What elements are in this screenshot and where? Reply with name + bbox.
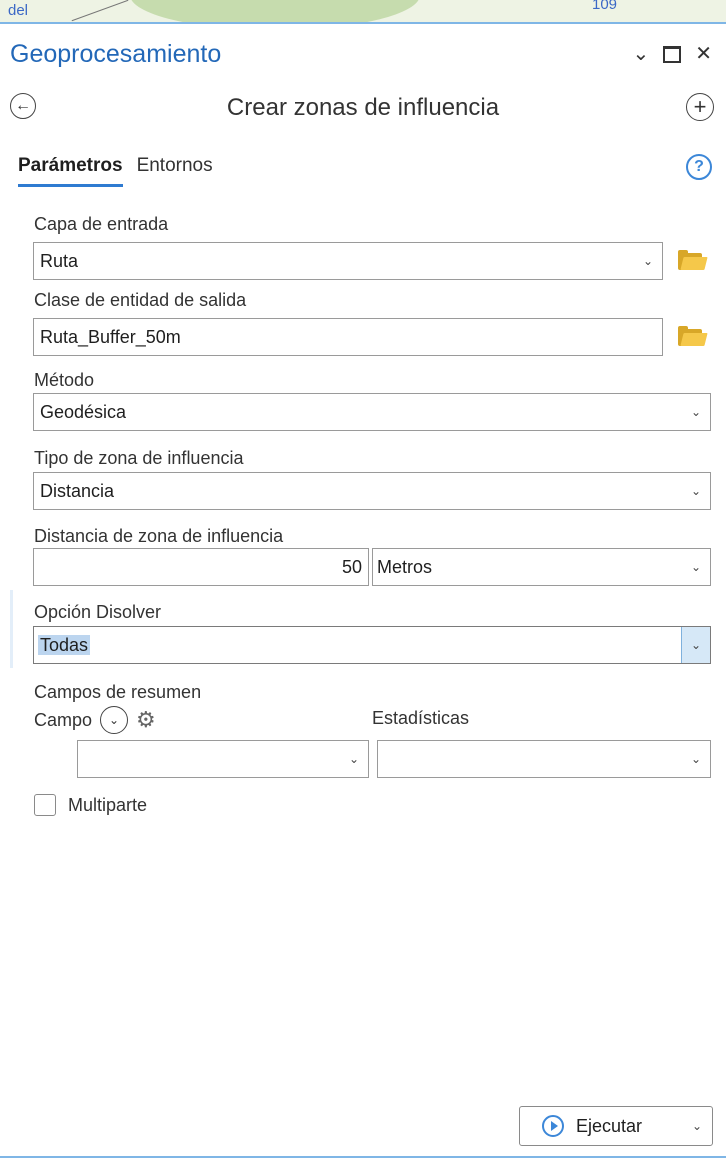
summary-fields-label: Campos de resumen (34, 682, 202, 702)
dissolve-value: Todas (38, 634, 91, 655)
output-class-label: Clase de entidad de salida (34, 290, 247, 310)
help-icon[interactable]: ? (686, 154, 712, 180)
chevron-down-icon[interactable]: ⌄ (682, 549, 710, 585)
statistics-column-label: Estadísticas (372, 708, 470, 728)
buffer-type-label: Tipo de zona de influencia (34, 448, 244, 468)
browse-folder-icon[interactable] (678, 326, 708, 346)
method-label: Método (34, 370, 95, 390)
pane-title: Geoprocesamiento (10, 40, 222, 68)
add-plus-icon[interactable]: + (686, 93, 714, 121)
chevron-down-icon[interactable]: ⌄ (681, 627, 710, 663)
play-icon (542, 1115, 564, 1137)
multipart-checkbox[interactable] (34, 794, 56, 816)
dissolve-select[interactable]: Todas ⌄ (33, 626, 711, 664)
distance-unit-value: Metros (377, 556, 433, 577)
chevron-down-icon[interactable]: ⌄ (634, 243, 662, 279)
output-class-input[interactable]: Ruta_Buffer_50m (33, 318, 663, 356)
input-layer-value: Ruta (40, 250, 79, 271)
field-column-label: Campo (34, 709, 93, 730)
maximize-icon[interactable] (663, 45, 682, 63)
expand-chevron-icon[interactable]: ⌄ (100, 706, 129, 734)
window-controls: ⌄ ✕ (632, 44, 712, 64)
chevron-down-icon[interactable]: ⌄ (682, 741, 710, 777)
close-icon[interactable]: ✕ (695, 44, 712, 64)
map-line (71, 0, 129, 22)
run-button[interactable]: Ejecutar ⌄ (519, 1106, 713, 1146)
tool-title: Crear zonas de influencia (226, 94, 500, 121)
browse-folder-icon[interactable] (678, 250, 708, 270)
distance-unit-select[interactable]: Metros ⌄ (372, 548, 711, 586)
buffer-type-value: Distancia (40, 480, 115, 501)
summary-field-select[interactable]: ⌄ (77, 740, 369, 778)
method-value: Geodésica (40, 401, 127, 422)
options-chevron-icon[interactable]: ⌄ (632, 44, 649, 64)
input-layer-label: Capa de entrada (34, 214, 169, 234)
multipart-option[interactable]: Multiparte (34, 794, 147, 816)
map-feature (130, 0, 420, 22)
tab-bar: Parámetros Entornos (18, 155, 213, 187)
chevron-down-icon[interactable]: ⌄ (340, 741, 368, 777)
map-label-right: 109 (592, 0, 618, 13)
tab-environments[interactable]: Entornos (137, 155, 213, 187)
map-label-left: del (8, 2, 29, 19)
gear-icon[interactable]: ⚙ (136, 709, 156, 731)
pane-bottom-border (0, 1156, 726, 1158)
multipart-label: Multiparte (68, 794, 148, 815)
map-strip: del 109 (0, 0, 726, 24)
distance-input[interactable]: 50 (33, 548, 369, 586)
run-label: Ejecutar (576, 1115, 643, 1136)
distance-label: Distancia de zona de influencia (34, 526, 284, 546)
output-class-value: Ruta_Buffer_50m (40, 326, 181, 347)
method-select[interactable]: Geodésica ⌄ (33, 393, 711, 431)
input-layer-select[interactable]: Ruta ⌄ (33, 242, 663, 280)
summary-field-header: Campo ⌄ ⚙ (34, 706, 156, 734)
chevron-down-icon[interactable]: ⌄ (682, 394, 710, 430)
focus-indicator (10, 590, 13, 668)
buffer-type-select[interactable]: Distancia ⌄ (33, 472, 711, 510)
chevron-down-icon[interactable]: ⌄ (682, 473, 710, 509)
dissolve-label: Opción Disolver (34, 602, 162, 622)
distance-value: 50 (341, 556, 362, 577)
tab-parameters[interactable]: Parámetros (18, 155, 123, 187)
summary-stats-select[interactable]: ⌄ (377, 740, 711, 778)
chevron-down-icon[interactable]: ⌄ (682, 1119, 712, 1133)
